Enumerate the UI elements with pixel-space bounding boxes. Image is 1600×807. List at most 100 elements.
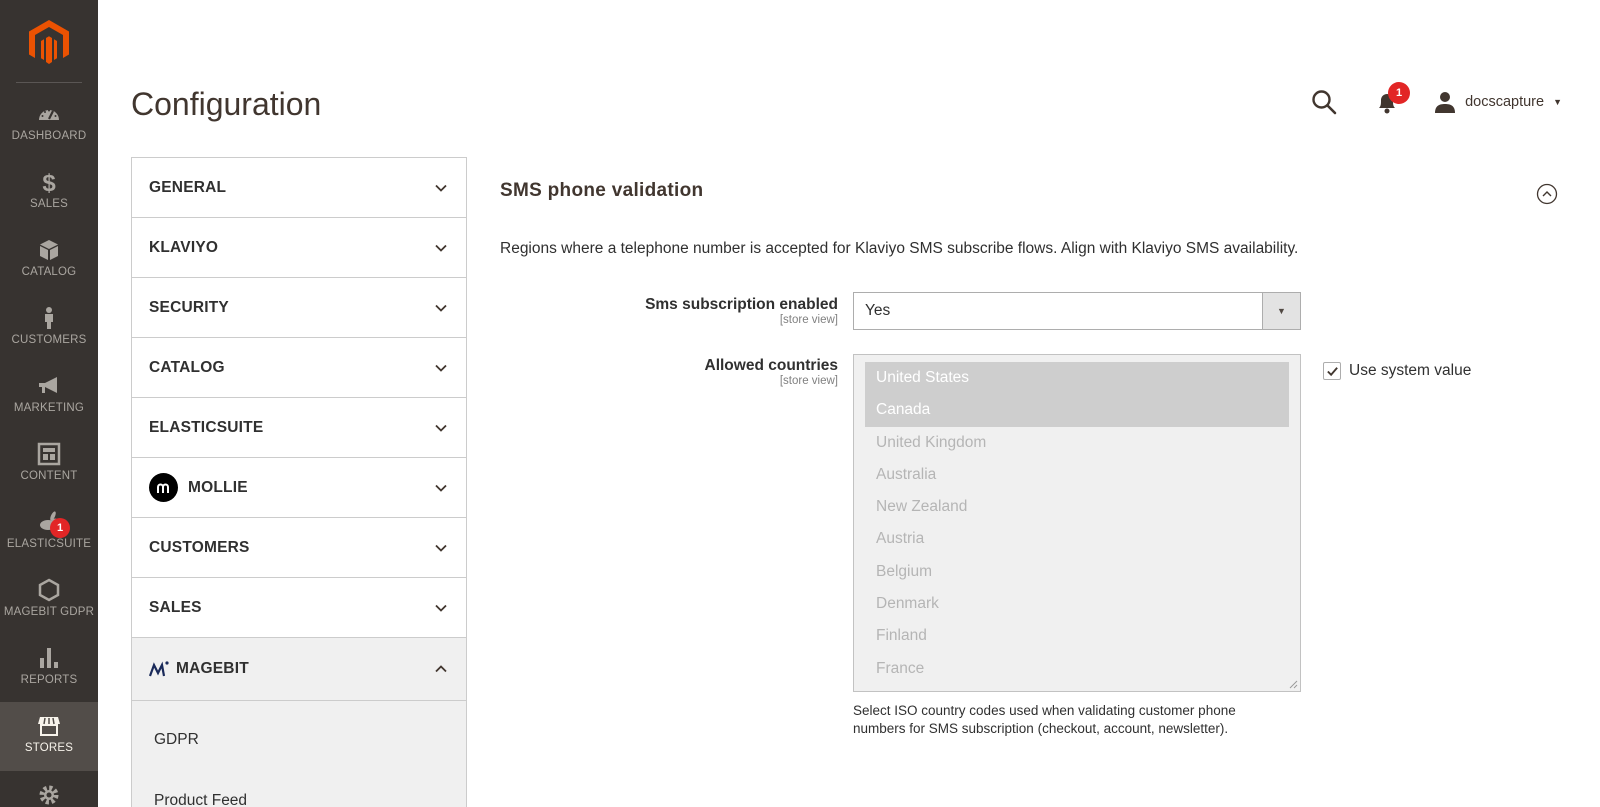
tab-magebit[interactable]: MAGEBIT [132,638,466,701]
rabbit-icon: 1 [34,508,70,538]
caret-down-icon: ▼ [1553,97,1562,107]
nav-system[interactable] [0,771,98,807]
tab-label: KLAVIYO [149,238,219,256]
country-option[interactable]: Canada [865,394,1289,427]
nav-label: SALES [29,198,69,210]
chevron-down-icon [435,304,447,312]
bar-chart-icon [34,644,64,672]
checkmark-icon [1326,366,1338,376]
section-title[interactable]: SMS phone validation [500,180,703,202]
chevron-down-icon [435,604,447,612]
gear-icon [34,781,64,807]
chevron-down-icon [435,364,447,372]
nav-magebit-gdpr[interactable]: MAGEBIT GDPR [0,566,98,635]
field-scope: [store view] [779,314,838,326]
subtab-product-feed[interactable]: Product Feed [154,792,247,807]
country-option[interactable]: Belgium [865,556,1289,588]
nav-label: CATALOG [21,266,77,278]
person-icon [34,304,64,332]
tab-klaviyo[interactable]: KLAVIYO [132,218,466,278]
use-system-value-toggle[interactable]: Use system value [1323,362,1471,380]
field-label: Allowed countries [704,357,839,374]
tab-customers[interactable]: CUSTOMERS [132,518,466,578]
tab-sales[interactable]: SALES [132,578,466,638]
nav-stores[interactable]: STORES [0,702,98,771]
nav-catalog[interactable]: CATALOG [0,226,98,295]
sms-enabled-select[interactable]: Yes ▼ [853,292,1301,330]
tab-label: GENERAL [149,178,227,196]
nav-reports[interactable]: REPORTS [0,634,98,703]
megaphone-icon [34,372,64,400]
dollar-icon: $ [34,168,64,196]
nav-label: CUSTOMERS [11,334,87,346]
chevron-up-icon [435,665,447,673]
tab-mollie[interactable]: MOLLIE [132,458,466,518]
magebit-logo-icon [149,661,169,677]
allowed-countries-multiselect[interactable]: United States Canada United Kingdom Aust… [853,354,1301,692]
tab-label: SECURITY [149,298,229,316]
magento-logo-icon[interactable] [27,18,71,66]
tab-security[interactable]: SECURITY [132,278,466,338]
sms-enabled-label: Sms subscription enabled [store view] [500,296,838,326]
field-label: Sms subscription enabled [645,296,838,313]
collapse-up-icon[interactable] [1536,183,1558,205]
country-option[interactable]: Denmark [865,588,1289,620]
field-note: Select ISO country codes used when valid… [853,703,1236,736]
chevron-down-icon [435,244,447,252]
elasticsuite-badge: 1 [50,518,70,538]
logo-divider [16,82,82,83]
tab-label: CATALOG [149,358,225,376]
nav-customers[interactable]: CUSTOMERS [0,294,98,363]
section-comment: Regions where a telephone number is acce… [500,240,1299,257]
tab-label: MAGEBIT [176,660,249,677]
hexagon-icon [34,576,64,604]
notification-count-badge: 1 [1388,82,1411,104]
tab-label: ELASTICSUITE [149,418,264,436]
nav-dashboard[interactable]: DASHBOARD [0,90,98,159]
nav-label: STORES [24,742,74,754]
tab-catalog[interactable]: CATALOG [132,338,466,398]
chevron-down-icon [435,424,447,432]
resize-handle-icon[interactable] [1288,679,1298,689]
country-option[interactable]: New Zealand [865,491,1289,523]
nav-content[interactable]: CONTENT [0,430,98,499]
use-system-value-checkbox[interactable] [1323,362,1341,380]
nav-label: DASHBOARD [11,130,87,142]
nav-marketing[interactable]: MARKETING [0,362,98,431]
country-option[interactable]: United Kingdom [865,427,1289,459]
magebit-subtabs: GDPR Product Feed [132,701,466,807]
tab-label: SALES [149,598,202,616]
nav-sales[interactable]: $ SALES [0,158,98,227]
country-option[interactable]: Austria [865,523,1289,555]
country-option[interactable]: France [865,653,1289,685]
user-menu[interactable]: docscapture ▼ [1434,91,1562,113]
nav-label: MARKETING [13,402,85,414]
admin-sidebar: DASHBOARD $ SALES CATALOG CUSTOMERS MARK… [0,0,98,807]
nav-elasticsuite[interactable]: 1 ELASTICSUITE [0,498,98,567]
use-system-value-label: Use system value [1349,362,1472,379]
layout-icon [34,440,64,468]
chevron-down-icon [435,484,447,492]
chevron-down-icon [435,184,447,192]
allowed-countries-label: Allowed countries [store view] [500,357,839,387]
tab-label: CUSTOMERS [149,538,250,556]
config-tabs: GENERAL KLAVIYO SECURITY CATALOG ELASTIC… [131,157,467,807]
country-option[interactable]: Australia [865,459,1289,491]
page-title: Configuration [131,86,322,122]
svg-text:$: $ [42,170,56,194]
header-actions: 1 docscapture ▼ [1310,82,1562,116]
tab-general[interactable]: GENERAL [132,158,466,218]
notifications-button[interactable]: 1 [1374,82,1411,116]
nav-label: CONTENT [20,470,78,482]
search-icon[interactable] [1310,88,1338,116]
chevron-down-icon [435,544,447,552]
nav-label: ELASTICSUITE [6,538,92,550]
username: docscapture [1465,94,1545,110]
country-option[interactable]: Finland [865,620,1289,652]
tab-label: MOLLIE [188,478,248,496]
select-value: Yes [865,302,891,319]
subtab-gdpr[interactable]: GDPR [154,731,199,749]
country-option[interactable]: United States [865,362,1289,395]
caret-down-icon: ▼ [1262,293,1300,329]
tab-elasticsuite[interactable]: ELASTICSUITE [132,398,466,458]
